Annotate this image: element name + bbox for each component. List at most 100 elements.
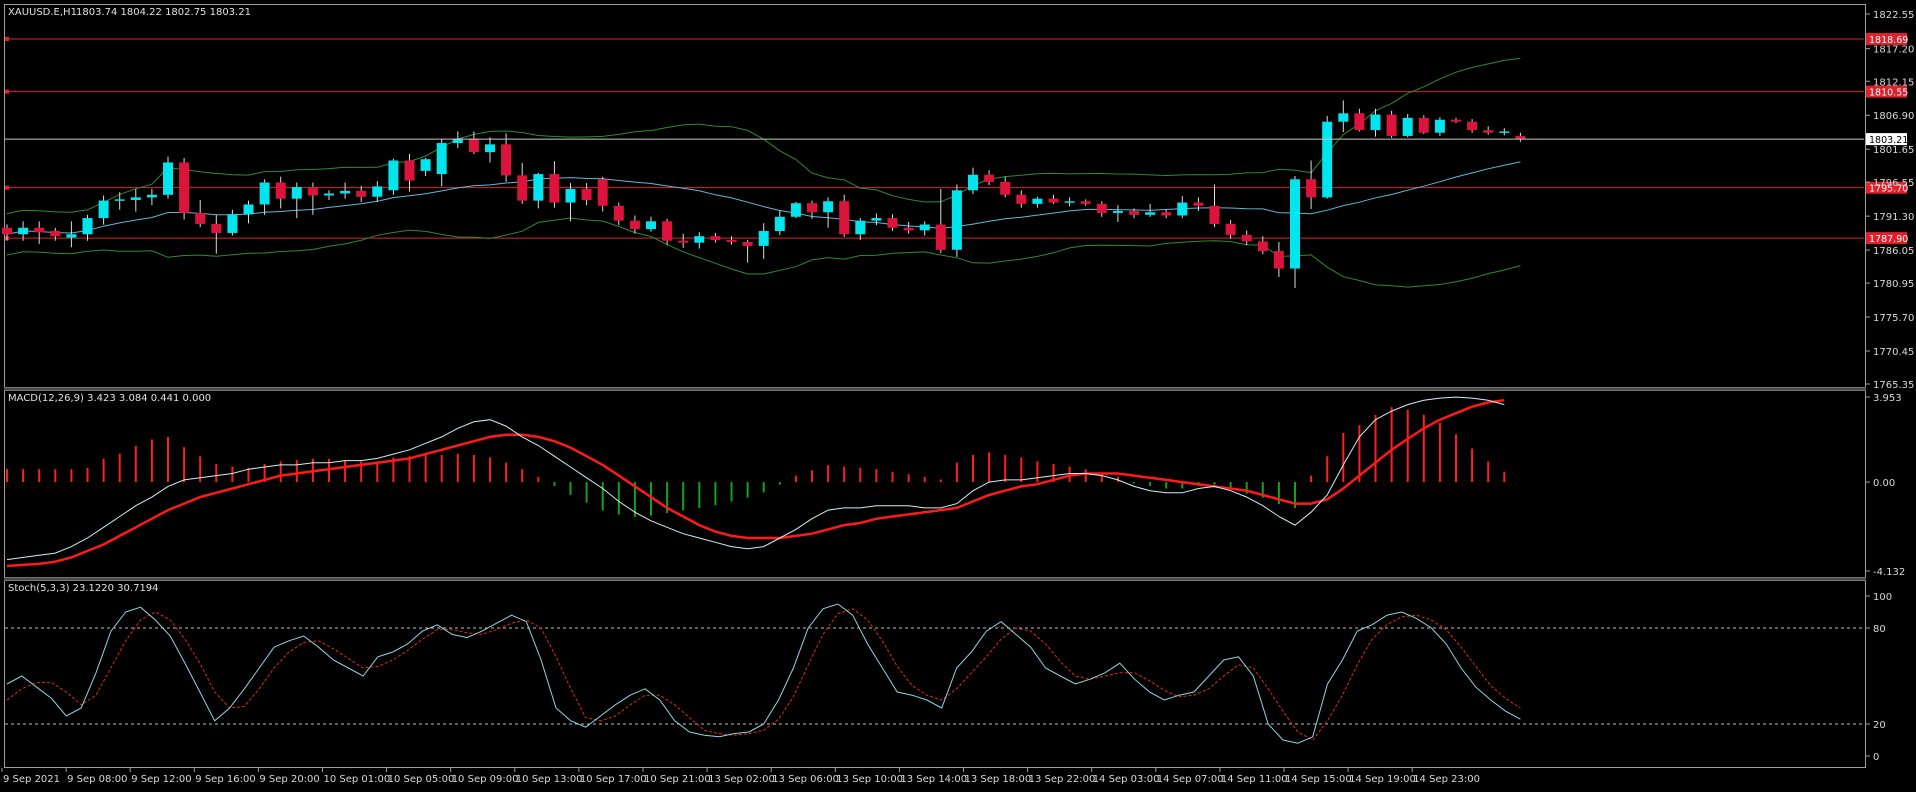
candle-bull — [855, 220, 866, 235]
price-tick-label: 1817.20 — [1873, 45, 1914, 56]
candle-bear — [1241, 234, 1252, 242]
candle-bull — [243, 204, 254, 215]
candle-bull — [790, 203, 801, 217]
symbol-title: XAUUSD.E,H1 — [8, 7, 77, 18]
stoch-tick-label: 20 — [1873, 720, 1886, 731]
candle-bull — [1499, 131, 1510, 133]
time-tick-label: 14 Sep 19:00 — [1349, 774, 1416, 785]
time-tick-label: 10 Sep 09:00 — [452, 774, 519, 785]
candle-bear — [195, 212, 206, 224]
candle-bear — [613, 205, 624, 221]
candle-bear — [404, 160, 415, 181]
candle-bear — [839, 201, 850, 235]
candle-bull — [646, 221, 656, 230]
price-tick-label: 1812.15 — [1873, 77, 1914, 88]
time-tick-label: 9 Sep 12:00 — [131, 774, 191, 785]
level-handle — [5, 89, 9, 94]
price-tick-label: 1806.90 — [1873, 111, 1914, 122]
candle-bear — [1080, 201, 1091, 204]
candle-bear — [468, 138, 479, 153]
time-tick-label: 14 Sep 07:00 — [1157, 774, 1224, 785]
candle-bear — [710, 236, 721, 241]
candle-bear — [307, 187, 318, 196]
candle-bear — [581, 188, 592, 200]
candle-bear — [1257, 241, 1268, 252]
candle-bull — [774, 216, 785, 232]
candle-bull — [388, 160, 399, 191]
candle-bear — [1000, 181, 1011, 195]
time-tick-label: 14 Sep 15:00 — [1285, 774, 1352, 785]
price-tick-label: 1765.35 — [1873, 380, 1914, 391]
candle-bear — [1129, 210, 1139, 215]
time-tick-label: 14 Sep 03:00 — [1093, 774, 1160, 785]
time-tick-label: 14 Sep 11:00 — [1221, 774, 1288, 785]
macd-panel-frame — [4, 390, 1866, 578]
price-tick-label: 1775.70 — [1873, 313, 1914, 324]
candle-bear — [935, 224, 946, 250]
stoch-title: Stoch(5,3,3) 23.1220 30.7194 — [8, 583, 159, 594]
candle-bear — [549, 174, 560, 203]
candle-bull — [372, 186, 383, 197]
stoch-plot — [5, 603, 1864, 744]
candle-bull — [66, 234, 77, 238]
time-tick-label: 13 Sep 18:00 — [965, 774, 1032, 785]
candle-bull — [1177, 202, 1188, 216]
candle-bear — [1048, 198, 1059, 203]
candle-bull — [565, 188, 576, 203]
time-tick-label: 10 Sep 01:00 — [324, 774, 391, 785]
candle-bull — [291, 187, 302, 199]
candle-bear — [50, 231, 61, 237]
candle-bull — [533, 174, 544, 201]
macd-title: MACD(12,26,9) 3.423 3.084 0.441 0.000 — [8, 393, 211, 404]
candle-bull — [871, 218, 882, 221]
macd-tick-label: -4.132 — [1873, 567, 1905, 578]
candle-bull — [968, 174, 978, 191]
time-tick-label: 9 Sep 16:00 — [195, 774, 255, 785]
candle-bear — [1225, 223, 1236, 235]
candle-bear — [678, 240, 689, 243]
candle-bull — [114, 199, 125, 201]
candlesticks — [2, 100, 1526, 288]
candle-bull — [1112, 210, 1123, 213]
time-tick-label: 10 Sep 13:00 — [516, 774, 583, 785]
price-tick-label: 1786.05 — [1873, 246, 1914, 257]
time-tick-label: 10 Sep 17:00 — [580, 774, 647, 785]
candle-bear — [597, 179, 608, 206]
candle-bear — [275, 182, 286, 199]
candle-bull — [1032, 198, 1043, 204]
candle-bull — [1145, 212, 1156, 215]
candle-bull — [1290, 179, 1300, 269]
candle-bull — [823, 201, 834, 213]
candle-bull — [227, 214, 238, 233]
candle-bull — [1322, 121, 1333, 198]
macd-tick-label: 0.00 — [1873, 478, 1895, 489]
candle-bull — [951, 190, 962, 250]
candle-bear — [34, 227, 45, 233]
candle-bear — [1451, 119, 1461, 122]
macd-plot — [6, 396, 1506, 568]
candle-bear — [662, 221, 673, 241]
candle-bear — [211, 223, 222, 233]
candle-bear — [903, 227, 914, 231]
candle-bear — [1273, 251, 1284, 269]
candle-bear — [1016, 194, 1027, 204]
time-tick-label: 13 Sep 22:00 — [1029, 774, 1096, 785]
stoch-tick-label: 0 — [1873, 752, 1879, 763]
candle-bull — [420, 159, 431, 171]
candle-bear — [356, 190, 367, 197]
time-tick-label: 14 Sep 23:00 — [1413, 774, 1480, 785]
candle-bull — [1434, 119, 1445, 133]
candle-bull — [1402, 117, 1413, 136]
candle-bear — [629, 220, 640, 230]
candle-bear — [1209, 205, 1220, 224]
candle-bull — [130, 197, 141, 200]
price-axis: 1822.55 1817.20 1812.15 1806.90 1801.65 1796.… — [1866, 10, 1914, 763]
candle-bull — [694, 236, 705, 243]
candle-bear — [984, 174, 995, 182]
candle-bear — [726, 240, 737, 243]
price-tick-label: 1791.30 — [1873, 212, 1914, 223]
candle-bear — [1386, 114, 1397, 136]
candle-bull — [919, 224, 930, 231]
candle-bull — [340, 190, 351, 194]
candle-bull — [82, 218, 93, 235]
